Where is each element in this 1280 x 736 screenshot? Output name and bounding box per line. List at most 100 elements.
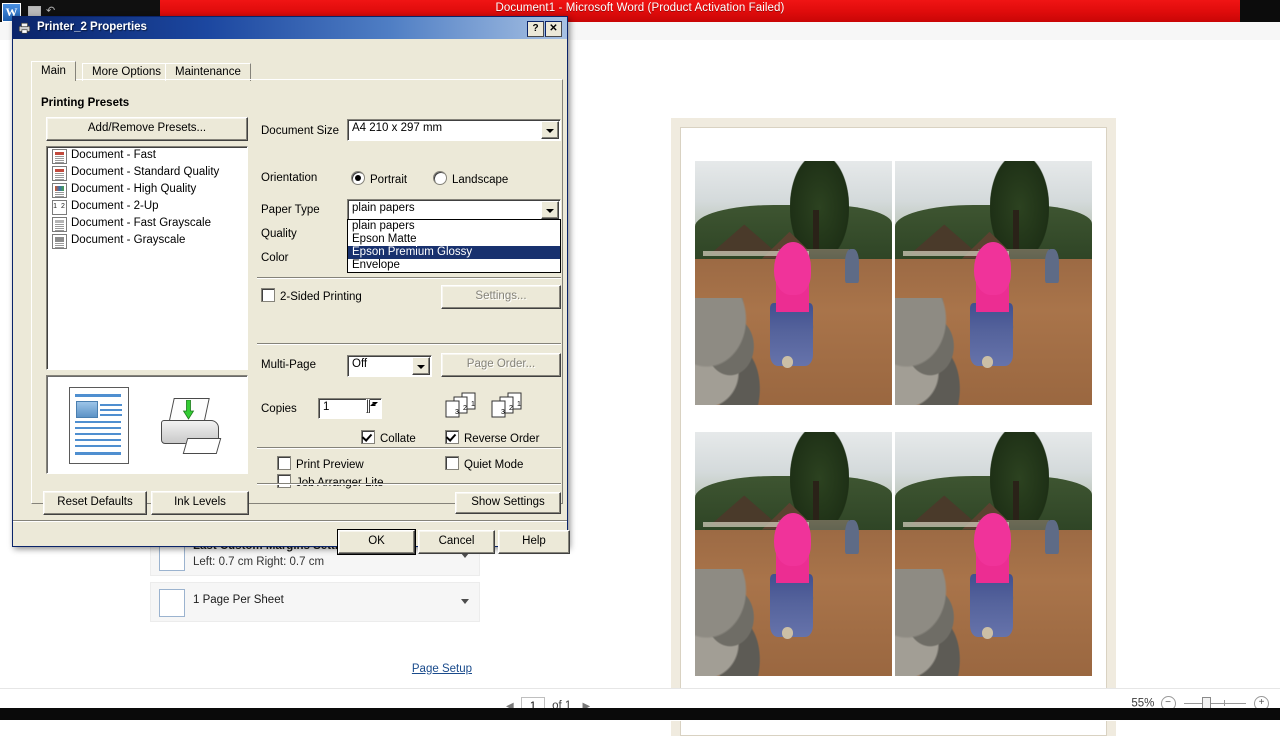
multi-page-select[interactable]: Off	[347, 355, 432, 377]
checkbox-2-sided-label: 2-Sided Printing	[280, 291, 362, 303]
close-icon[interactable]: ✕	[545, 21, 562, 37]
word-title-text: Document1 - Microsoft Word (Product Acti…	[495, 2, 785, 14]
paper-feed-arrow-icon	[182, 400, 195, 420]
checkbox-job-arranger-lite[interactable]: Job Arranger Lite	[277, 474, 384, 489]
page-setup-link[interactable]: Page Setup	[412, 663, 472, 675]
list-item[interactable]: 1 2 Document - 2-Up	[47, 198, 247, 215]
copies-value: 1	[323, 401, 330, 413]
dialog-titlebar[interactable]: Printer_2 Properties ? ✕	[13, 17, 567, 39]
undo-icon[interactable]: ↶	[46, 6, 57, 17]
pages-per-sheet-label: 1 Page Per Sheet	[193, 594, 284, 606]
document-size-value: A4 210 x 297 mm	[352, 122, 443, 134]
svg-text:3: 3	[455, 409, 459, 416]
list-item[interactable]: Document - Fast Grayscale	[47, 215, 247, 232]
radio-landscape[interactable]: Landscape	[433, 171, 508, 186]
two-sided-settings-button: Settings...	[441, 285, 561, 309]
radio-landscape-label: Landscape	[452, 174, 509, 186]
preset-label: Document - Fast	[71, 149, 156, 161]
checkbox-reverse-order-label: Reverse Order	[464, 433, 540, 445]
show-settings-button[interactable]: Show Settings	[455, 492, 561, 514]
chevron-down-icon[interactable]	[541, 121, 559, 139]
zoom-slider-tick	[1223, 700, 1225, 706]
divider	[257, 483, 561, 485]
dropdown-option-plain-papers[interactable]: plain papers	[348, 220, 560, 233]
radio-portrait[interactable]: Portrait	[351, 171, 407, 186]
paper-type-label: Paper Type	[261, 204, 320, 216]
svg-text:2: 2	[463, 405, 467, 412]
copies-stepper[interactable]: 1	[318, 398, 382, 419]
checkbox-2-sided-printing[interactable]: 2-Sided Printing	[261, 288, 362, 303]
preview-photo	[895, 161, 1092, 405]
divider	[257, 343, 561, 345]
multi-page-label: Multi-Page	[261, 359, 316, 371]
multi-page-value: Off	[352, 358, 368, 370]
dialog-footer-divider	[13, 520, 567, 522]
printing-presets-header: Printing Presets	[41, 97, 130, 109]
chevron-down-icon	[461, 599, 469, 604]
svg-text:3: 3	[501, 409, 505, 416]
checkbox-collate[interactable]: Collate	[361, 430, 416, 445]
margins-values: Left: 0.7 cm Right: 0.7 cm	[193, 556, 325, 568]
ink-levels-button[interactable]: Ink Levels	[151, 491, 249, 515]
preview-photo	[695, 161, 892, 405]
list-item[interactable]: Document - High Quality	[47, 181, 247, 198]
zoom-slider-track[interactable]	[1183, 697, 1246, 711]
dropdown-option-epson-matte[interactable]: Epson Matte	[348, 233, 560, 246]
preset-standard-icon	[52, 166, 67, 181]
dropdown-option-epson-premium-glossy[interactable]: Epson Premium Glossy	[348, 246, 560, 259]
divider	[257, 277, 561, 279]
copies-decrement-icon[interactable]	[368, 399, 378, 413]
dialog-title: Printer_2 Properties	[37, 21, 147, 33]
preset-label: Document - Fast Grayscale	[71, 217, 211, 229]
taskbar	[0, 708, 1280, 720]
add-remove-presets-button[interactable]: Add/Remove Presets...	[46, 117, 248, 141]
preset-label: Document - Grayscale	[71, 234, 186, 246]
checkbox-job-arranger-indicator	[277, 474, 291, 488]
dropdown-option-envelope[interactable]: Envelope	[348, 259, 560, 272]
checkbox-reverse-order-indicator	[445, 430, 459, 444]
checkbox-collate-indicator	[361, 430, 375, 444]
preset-2up-icon: 1 2	[52, 200, 67, 215]
reverse-order-icon: 1 2 3	[491, 392, 522, 418]
orientation-label: Orientation	[261, 172, 318, 184]
print-preview-page	[680, 127, 1107, 736]
copies-label: Copies	[261, 403, 297, 415]
chevron-down-icon[interactable]	[412, 357, 430, 375]
list-item[interactable]: Document - Standard Quality	[47, 164, 247, 181]
paper-type-select[interactable]: plain papers	[347, 199, 561, 221]
copies-spin-buttons[interactable]	[366, 399, 380, 417]
divider	[257, 447, 561, 449]
radio-portrait-indicator	[351, 171, 365, 185]
preset-fast-grayscale-icon	[52, 217, 67, 232]
ok-button[interactable]: OK	[338, 530, 415, 554]
setting-card-pages-per-sheet[interactable]: 1 Page Per Sheet	[150, 582, 480, 622]
checkbox-quiet-mode[interactable]: Quiet Mode	[445, 456, 523, 471]
dialog-settings-preview	[46, 375, 248, 474]
document-size-select[interactable]: A4 210 x 297 mm	[347, 119, 561, 141]
dialog-help-icon[interactable]: ?	[527, 21, 544, 37]
quality-label: Quality	[261, 228, 297, 240]
print-preview-pane	[500, 96, 1280, 736]
svg-text:1: 1	[471, 401, 475, 408]
page-order-button: Page Order...	[441, 353, 561, 377]
titlebar-right-filler	[1240, 0, 1280, 22]
reset-defaults-button[interactable]: Reset Defaults	[43, 491, 147, 515]
tab-main[interactable]: Main	[31, 61, 76, 81]
svg-text:2: 2	[509, 405, 513, 412]
print-settings-column: Last Custom Margins Setting Left: 0.7 cm…	[140, 536, 490, 686]
preset-grayscale-icon	[52, 234, 67, 249]
printing-presets-list[interactable]: Document - Fast Document - Standard Qual…	[46, 146, 248, 370]
radio-landscape-indicator	[433, 171, 447, 185]
preset-label: Document - 2-Up	[71, 200, 159, 212]
chevron-down-icon[interactable]	[541, 201, 559, 219]
checkbox-print-preview[interactable]: Print Preview	[277, 456, 364, 471]
printer-icon	[18, 22, 31, 34]
list-item[interactable]: Document - Grayscale	[47, 232, 247, 249]
list-item[interactable]: Document - Fast	[47, 147, 247, 164]
help-button[interactable]: Help	[498, 530, 570, 554]
checkbox-reverse-order[interactable]: Reverse Order	[445, 430, 539, 445]
cancel-button[interactable]: Cancel	[418, 530, 495, 554]
paper-type-dropdown-list[interactable]: plain papers Epson Matte Epson Premium G…	[347, 219, 561, 273]
preview-photo	[695, 432, 892, 676]
radio-portrait-label: Portrait	[370, 174, 408, 186]
